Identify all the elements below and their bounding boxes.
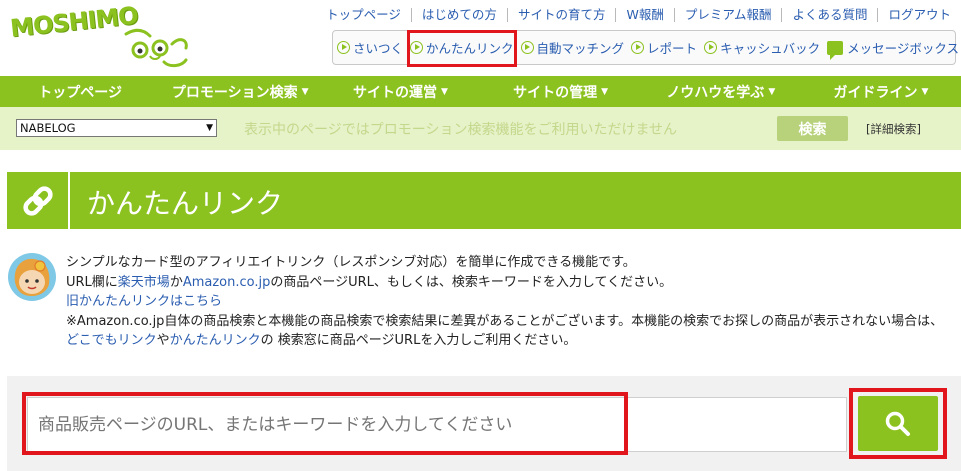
message-bubble-icon — [827, 40, 844, 60]
sub-menu-label: さいつく — [353, 41, 404, 56]
circle-arrow-icon — [704, 41, 718, 54]
sub-menu-label: 自動マッチング — [536, 41, 625, 56]
nav-guideline[interactable]: ガイドライン ▼ — [801, 76, 961, 107]
sub-menu-label: レポート — [647, 41, 698, 56]
highlight-box-easy-link — [407, 30, 517, 67]
nav-label: ノウハウを学ぶ — [666, 84, 765, 101]
site-select-value: NABELOG — [20, 121, 76, 135]
easy-link-link[interactable]: かんたんリンク — [170, 333, 261, 348]
text: の商品ページURL、もしくは、検索キーワードを入力してください。 — [270, 274, 673, 290]
rakuten-link[interactable]: 楽天市場 — [118, 275, 170, 290]
promotion-search-bar: NABELOG ▼ 表示中のページではプロモーション検索機能をご利用いただけませ… — [0, 107, 961, 150]
nav-label: サイトの管理 — [513, 84, 598, 101]
search-unavailable-message: 表示中のページではプロモーション検索機能をご利用いただけません — [244, 122, 678, 138]
nav-label: トップページ — [38, 84, 122, 101]
description-line1: シンプルなカード型のアフィリエイトリンク（レスポンシブ対応）を簡単に作成できる機… — [66, 255, 636, 270]
caret-down-icon: ▼ — [921, 86, 929, 97]
nav-label: プロモーション検索 — [171, 84, 298, 101]
old-easy-link-link[interactable]: 旧かんたんリンクはこちら — [66, 292, 956, 312]
sub-menu-message-box[interactable]: メッセージボックス — [827, 38, 959, 60]
nav-learn-knowhow[interactable]: ノウハウを学ぶ ▼ — [641, 76, 801, 107]
nav-site-operation[interactable]: サイトの運営 ▼ — [320, 76, 480, 107]
logo-wordmark: MOSHIMO — [8, 1, 139, 43]
mascot-avatar-icon — [8, 253, 56, 301]
mascot-face-icon — [124, 28, 188, 68]
chain-link-icon — [7, 172, 70, 229]
description-note: ※Amazon.co.jp自体の商品検索と本機能の商品検索で検索結果に差異がある… — [66, 312, 956, 351]
nav-site-management[interactable]: サイトの管理 ▼ — [481, 76, 641, 107]
text: や — [156, 333, 170, 348]
text: ※Amazon.co.jp自体の商品検索と本機能の商品検索で検索結果に差異がある… — [66, 313, 944, 329]
caret-down-icon: ▼ — [601, 86, 609, 97]
text: URL欄に — [66, 274, 118, 290]
sub-menu-cashback[interactable]: キャッシュバック — [704, 38, 820, 57]
top-link-w-reward[interactable]: W報酬 — [615, 8, 673, 22]
page-title-band: かんたんリンク — [7, 172, 961, 229]
sub-menu-report[interactable]: レポート — [631, 38, 697, 57]
text: か — [169, 274, 183, 290]
dokodemo-link-link[interactable]: どこでもリンク — [66, 333, 157, 348]
sub-menu-auto-matching[interactable]: 自動マッチング — [520, 38, 625, 57]
amazon-link[interactable]: Amazon.co.jp — [183, 275, 271, 290]
circle-arrow-icon — [520, 41, 534, 54]
circle-arrow-icon — [631, 41, 645, 54]
caret-down-icon: ▼ — [301, 86, 309, 97]
top-link-faq[interactable]: よくある質問 — [781, 8, 877, 22]
circle-arrow-icon — [337, 41, 350, 54]
sub-menu-saitsuku[interactable]: さいつく — [337, 38, 403, 57]
top-link-logout[interactable]: ログアウト — [877, 8, 961, 22]
nav-label: ガイドライン — [833, 84, 918, 101]
sub-menu-label: キャッシュバック — [720, 41, 821, 56]
top-link-site-growing[interactable]: サイトの育て方 — [506, 8, 616, 22]
text: の 検索窓に商品ページURLを入力しご利用ください。 — [260, 333, 577, 348]
main-nav: トップページ プロモーション検索 ▼ サイトの運営 ▼ サイトの管理 ▼ ノウハウを学… — [0, 76, 961, 107]
detail-search-link[interactable]: [詳細検索] — [866, 121, 921, 137]
caret-down-icon: ▼ — [440, 86, 448, 97]
search-button-disabled[interactable]: 検索 — [777, 116, 848, 141]
site-header: MOSHIMO トップページ はじめての方 サイトの育て方 W報酬 プレミアム報… — [0, 0, 961, 76]
site-select[interactable]: NABELOG ▼ — [16, 119, 217, 137]
moshimo-logo[interactable]: MOSHIMO — [6, 1, 196, 70]
sub-menu-label: メッセージボックス — [847, 41, 959, 56]
item-search-button[interactable] — [858, 396, 938, 451]
dropdown-arrow-icon: ▼ — [206, 123, 213, 133]
nav-promotion-search[interactable]: プロモーション検索 ▼ — [160, 76, 320, 107]
description-line2: URL欄に楽天市場かAmazon.co.jpの商品ページURL、もしくは、検索キ… — [66, 273, 956, 293]
caret-down-icon: ▼ — [768, 86, 776, 97]
nav-top-page[interactable]: トップページ — [0, 76, 160, 107]
top-link-premium-reward[interactable]: プレミアム報酬 — [673, 8, 782, 22]
feature-description: シンプルなカード型のアフィリエイトリンク（レスポンシブ対応）を簡単に作成できる機… — [66, 253, 956, 351]
search-icon — [885, 411, 910, 436]
page-title: かんたんリンク — [87, 187, 284, 220]
top-utility-links: トップページ はじめての方 サイトの育て方 W報酬 プレミアム報酬 よくある質問… — [316, 6, 961, 24]
top-link-beginners[interactable]: はじめての方 — [410, 8, 507, 22]
nav-label: サイトの運営 — [352, 84, 437, 101]
item-search-input[interactable] — [27, 397, 847, 452]
top-link-top-page[interactable]: トップページ — [316, 8, 411, 22]
